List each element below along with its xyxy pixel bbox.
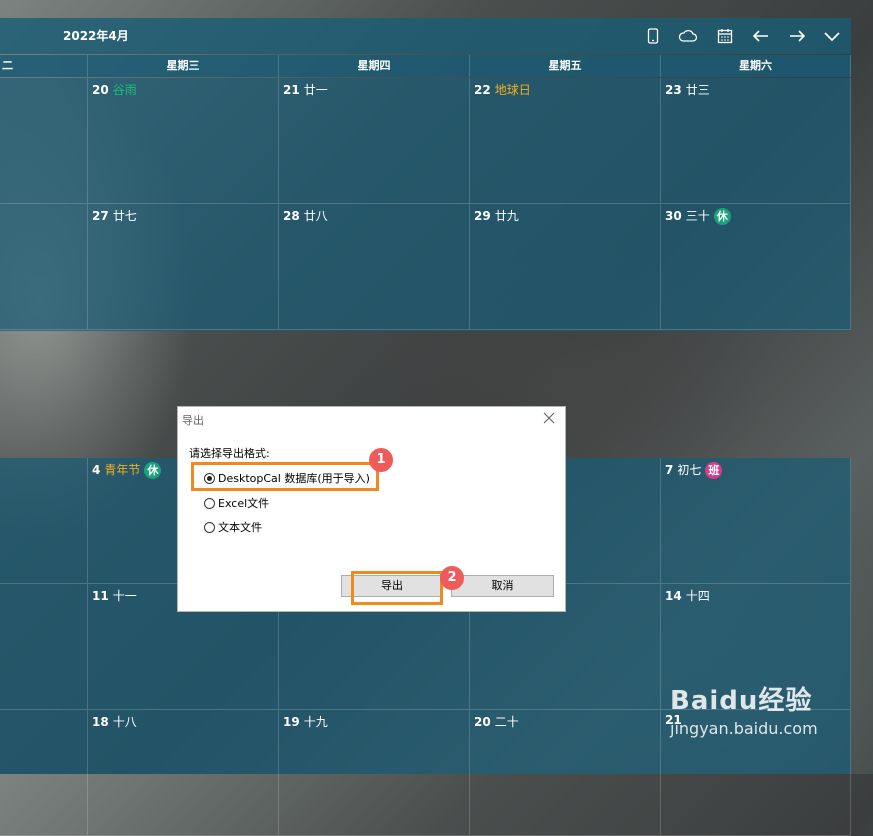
day-number-text: 29	[474, 209, 491, 223]
holiday-badge: 休	[144, 462, 162, 479]
calendar-day-cell[interactable]: 29 廿九	[470, 204, 661, 330]
calendar-day-cell[interactable]: 19 十九	[279, 710, 470, 836]
lunar-label: 青年节	[104, 463, 141, 477]
lunar-label: 廿八	[303, 209, 328, 223]
calendar-day-cell[interactable]	[0, 710, 88, 836]
lunar-label: 三十	[685, 209, 710, 223]
arrow-right-icon[interactable]	[787, 26, 807, 46]
day-number: 28 廿八	[283, 207, 328, 224]
day-number-text: 18	[92, 715, 109, 729]
highlight-box	[191, 462, 379, 491]
close-icon[interactable]	[542, 411, 556, 425]
day-number-text: 21	[283, 83, 300, 97]
weekday-row: 二 星期三 星期四 星期五 星期六	[0, 55, 851, 77]
calendar-day-cell[interactable]: 22 地球日	[470, 78, 661, 204]
day-number: 7 初七班	[665, 461, 723, 479]
lunar-label: 十一	[112, 589, 137, 603]
lunar-label: 廿三	[685, 83, 710, 97]
day-number-text: 27	[92, 209, 109, 223]
day-number: 19 十九	[283, 713, 328, 730]
lunar-label: 二十	[494, 715, 519, 729]
calendar-day-cell[interactable]: 20 二十	[470, 710, 661, 836]
radio-excel[interactable]: Excel文件	[204, 495, 269, 511]
day-number: 29 廿九	[474, 207, 519, 224]
day-number: 14 十四	[665, 587, 710, 604]
day-number-text: 4	[92, 463, 101, 477]
radio-text[interactable]: 文本文件	[204, 519, 262, 535]
holiday-badge: 休	[713, 208, 731, 225]
calendar-day-cell[interactable]	[0, 204, 88, 330]
highlight-box	[351, 571, 443, 605]
dialog-title: 导出	[182, 414, 204, 427]
cloud-icon[interactable]	[678, 26, 698, 46]
watermark-brand: Baidu经验	[670, 686, 813, 716]
lunar-label: 廿一	[303, 83, 328, 97]
day-number-text: 30	[665, 209, 682, 223]
weekday-label: 星期三	[88, 55, 279, 77]
day-number: 22 地球日	[474, 81, 531, 98]
day-number-text: 22	[474, 83, 491, 97]
lunar-label: 十四	[685, 589, 710, 603]
day-number: 20 谷雨	[92, 81, 137, 98]
day-number: 30 三十休	[665, 207, 731, 225]
day-number: 23 廿三	[665, 81, 710, 98]
calendar-grid-top: 20 谷雨 21 廿一 22 地球日 23 廿三 27 廿七 28 廿八 29 廿九 30 三十休	[0, 78, 851, 331]
day-number: 27 廿七	[92, 207, 137, 224]
calendar-day-cell[interactable]: 27 廿七	[88, 204, 279, 330]
day-number-text: 19	[283, 715, 300, 729]
calendar-day-cell[interactable]: 30 三十休	[661, 204, 851, 330]
day-number-text: 11	[92, 589, 109, 603]
day-number: 11 十一	[92, 587, 137, 604]
calendar-day-cell[interactable]	[0, 78, 88, 204]
step-marker: 1	[369, 448, 393, 472]
day-number-text: 28	[283, 209, 300, 223]
calendar-day-cell[interactable]: 20 谷雨	[88, 78, 279, 204]
calendar-day-cell[interactable]	[0, 584, 88, 710]
day-number: 21 廿一	[283, 81, 328, 98]
arrow-left-icon[interactable]	[751, 26, 771, 46]
day-number: 4 青年节休	[92, 461, 162, 479]
lunar-label: 廿七	[112, 209, 137, 223]
day-number-text: 23	[665, 83, 682, 97]
step-marker: 2	[440, 566, 464, 590]
day-number-text: 14	[665, 589, 682, 603]
calendar-day-cell[interactable]: 21 廿一	[279, 78, 470, 204]
calendar-day-cell[interactable]: 18 十八	[88, 710, 279, 836]
watermark-url: jingyan.baidu.com	[670, 719, 818, 738]
radio-button[interactable]	[204, 521, 215, 533]
format-prompt: 请选择导出格式:	[189, 447, 270, 460]
lunar-label: 初七	[677, 463, 702, 477]
calendar-day-cell[interactable]	[0, 458, 88, 584]
day-number-text: 20	[92, 83, 109, 97]
day-number-text: 20	[474, 715, 491, 729]
calendar-day-cell[interactable]: 7 初七班	[661, 458, 851, 584]
lunar-label: 十八	[112, 715, 137, 729]
calendar-icon[interactable]	[715, 26, 735, 46]
day-number: 18 十八	[92, 713, 137, 730]
radio-label: 文本文件	[218, 521, 262, 534]
month-title: 2022年4月	[63, 29, 129, 43]
lunar-label: 廿九	[494, 209, 519, 223]
weekday-label: 星期五	[470, 55, 661, 77]
calendar-day-cell[interactable]: 23 廿三	[661, 78, 851, 204]
lunar-label: 地球日	[494, 83, 531, 97]
lunar-label: 谷雨	[112, 83, 137, 97]
watermark: Baidu经验 jingyan.baidu.com	[670, 680, 818, 738]
cancel-button[interactable]: 取消	[451, 575, 554, 597]
radio-button[interactable]	[204, 497, 215, 509]
calendar-header: 2022年4月	[0, 18, 851, 54]
weekday-label: 二	[0, 55, 88, 77]
phone-icon[interactable]	[643, 26, 663, 46]
work-day-badge: 班	[705, 462, 723, 479]
calendar-day-cell[interactable]: 28 廿八	[279, 204, 470, 330]
day-number-text: 7	[665, 463, 674, 477]
weekday-label: 星期四	[279, 55, 470, 77]
lunar-label: 十九	[303, 715, 328, 729]
chevron-down-icon[interactable]	[822, 26, 842, 46]
radio-label: Excel文件	[218, 497, 270, 510]
day-number: 20 二十	[474, 713, 519, 730]
weekday-label: 星期六	[661, 55, 851, 77]
